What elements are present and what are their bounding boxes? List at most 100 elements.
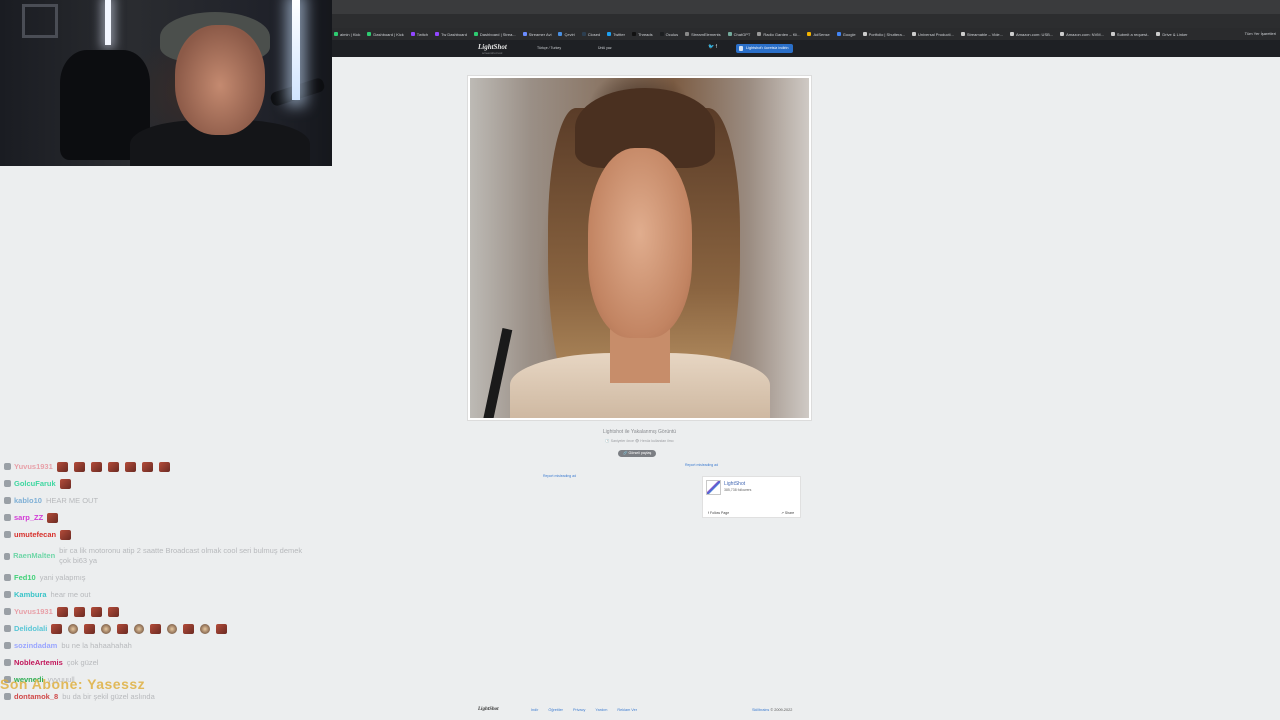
chat-message: RaenMalten bir ca lik motoronu atip 2 saa… — [4, 543, 304, 569]
bookmark-item[interactable]: Dashboard | Kick — [367, 31, 404, 37]
chat-username[interactable]: Delidolali — [14, 620, 47, 637]
report-ad-link-2[interactable]: Report misleading ad — [543, 474, 576, 478]
chat-badge-icon — [4, 497, 11, 504]
bookmark-favicon-icon — [862, 32, 867, 36]
footer-link[interactable]: Indir — [531, 708, 538, 712]
bookmark-label: AdSense — [813, 31, 830, 37]
chat-emote-icon — [51, 623, 63, 634]
bookmark-label: Universal Producti... — [918, 31, 954, 37]
bookmark-item[interactable]: Amazon.com: USB... — [1009, 31, 1054, 37]
bookmark-item[interactable]: Portfolio | Shuttera... — [862, 32, 905, 37]
chat-emote-icon — [73, 606, 85, 617]
footer-link[interactable]: Öğretiler — [548, 708, 563, 712]
bookmark-label: Closed — [587, 31, 601, 37]
browser-tabstrip — [332, 14, 1280, 37]
chat-emote-icon — [68, 623, 79, 634]
bookmark-item[interactable]: Closed — [581, 31, 601, 37]
chat-emote-icon — [73, 461, 85, 472]
chat-emote-icon — [150, 623, 162, 634]
bookmark-item[interactable]: Streamable – Vide... — [960, 31, 1003, 37]
bookmark-label: Amazon.com: USB... — [1015, 31, 1054, 37]
bookmark-item[interactable]: Google — [836, 32, 856, 37]
chat-message: Delidolali — [4, 620, 304, 637]
chat-badge-icon — [4, 625, 11, 632]
bookmark-favicon-icon — [807, 32, 812, 36]
footer-logo[interactable]: LightShot — [478, 707, 499, 712]
fb-share-button[interactable]: ↗ Share — [781, 511, 794, 515]
header-link[interactable]: Ünlü yaz — [598, 46, 612, 50]
bookmark-item[interactable]: Streamer Avi — [522, 32, 551, 37]
chat-username[interactable]: RaenMalten — [13, 551, 55, 561]
skillbrains-link[interactable]: Skillbrains — [752, 708, 769, 712]
chat-emote-icon — [183, 623, 195, 634]
bookmark-item[interactable]: Twitch — [410, 32, 428, 37]
bookmark-item[interactable]: Tw Dashboard — [435, 32, 467, 37]
chat-username[interactable]: umutefecan — [14, 526, 56, 543]
language-selector[interactable]: Türkçe / Turkey — [537, 46, 561, 50]
chat-emote-icon — [56, 606, 68, 617]
bookmark-label: Radio Garden – Kli... — [763, 31, 801, 37]
bookmark-item[interactable]: Çeviri — [558, 32, 575, 37]
wall-frame — [22, 4, 58, 38]
bookmark-item[interactable]: aimin | Kick — [334, 32, 360, 37]
chat-username[interactable]: GolcuFaruk — [14, 475, 56, 492]
bookmark-item[interactable]: Submit a request.. — [1110, 32, 1149, 37]
footer-link[interactable]: Reklam Ver — [617, 708, 637, 712]
bookmark-favicon-icon — [757, 32, 762, 36]
bookmark-favicon-icon — [1156, 32, 1161, 36]
footer-copyright: Skillbrains © 2009-2022 — [752, 708, 792, 712]
download-button[interactable]: Lightshot'ı ücretsiz indirin — [736, 44, 793, 53]
bookmark-favicon-icon — [912, 32, 917, 36]
bookmark-item[interactable]: Twitter — [607, 32, 625, 37]
chat-text: hear me out — [50, 590, 91, 599]
chat-message: sozindadam bu ne la hahaahahah — [4, 637, 304, 654]
bookmark-item[interactable]: Oculus — [659, 32, 678, 37]
bookmark-item[interactable]: AdSense — [807, 31, 830, 37]
chat-badge-icon — [4, 608, 11, 615]
bookmark-item[interactable]: StreamElements — [685, 32, 721, 37]
bookmark-item[interactable]: Radio Garden – Kli... — [757, 32, 800, 37]
bookmark-item[interactable]: Dashboard | Strea... — [473, 32, 516, 37]
social-icons[interactable]: 🐦 f — [708, 44, 717, 50]
bookmark-label: Dashboard | Kick — [373, 31, 404, 37]
chat-emote-icon — [59, 478, 71, 489]
bookmark-label: aimin | Kick — [340, 31, 361, 37]
share-image-button[interactable]: 🔗 Görseli paylaş — [618, 450, 657, 457]
chat-emote-icon — [107, 461, 119, 472]
screenshot-image[interactable] — [470, 78, 809, 418]
chat-username[interactable]: Yuvus1931 — [14, 458, 53, 475]
chat-username[interactable]: sozindadam — [14, 637, 57, 654]
bookmark-label: Streamable – Vide... — [966, 31, 1003, 37]
chat-message: umutefecan — [4, 526, 304, 543]
bookmark-item[interactable]: Threads — [631, 32, 653, 37]
footer-link[interactable]: Privacy — [573, 708, 585, 712]
chat-emote-icon — [216, 623, 228, 634]
bookmark-favicon-icon — [558, 32, 563, 36]
chat-username[interactable]: Fed10 — [14, 569, 36, 586]
chat-username[interactable]: NobleArtemis — [14, 654, 63, 671]
chat-emote-icon — [47, 512, 59, 523]
footer-link[interactable]: Yardım — [595, 708, 607, 712]
fb-follow-button[interactable]: f Follow Page — [708, 511, 729, 515]
chat-badge-icon — [4, 659, 11, 666]
chat-text: bir ca lik motoronu atip 2 saatte Broadc… — [59, 546, 303, 565]
fb-page-name[interactable]: LightShot — [724, 481, 745, 487]
report-ad-link[interactable]: Report misleading ad — [685, 463, 718, 467]
chat-username[interactable]: Yuvus1931 — [14, 603, 53, 620]
bookmark-item[interactable]: Universal Producti... — [912, 32, 954, 37]
bookmark-item[interactable]: Drive & Linker — [1156, 32, 1188, 37]
chat-username[interactable]: Kambura — [14, 586, 47, 603]
all-bookmarks-link[interactable]: Tüm Yer İşaretleri — [1245, 31, 1276, 36]
chat-emote-icon — [134, 623, 145, 634]
lightshot-logo[interactable]: LightShot — [478, 43, 507, 51]
bookmark-label: Tw Dashboard — [441, 31, 467, 37]
bookmark-favicon-icon — [960, 32, 965, 36]
bookmark-item[interactable]: Amazon.com: NVM... — [1060, 32, 1104, 37]
chat-username[interactable]: kablo10 — [14, 492, 42, 509]
chat-username[interactable]: sarp_ZZ — [14, 509, 43, 526]
lightshot-logo-subtitle: screenshot tool — [482, 51, 503, 55]
chat-badge-icon — [4, 480, 11, 487]
chat-emote-icon — [158, 461, 170, 472]
bookmark-favicon-icon — [659, 32, 664, 36]
bookmark-item[interactable]: ChatGPT — [727, 32, 750, 37]
